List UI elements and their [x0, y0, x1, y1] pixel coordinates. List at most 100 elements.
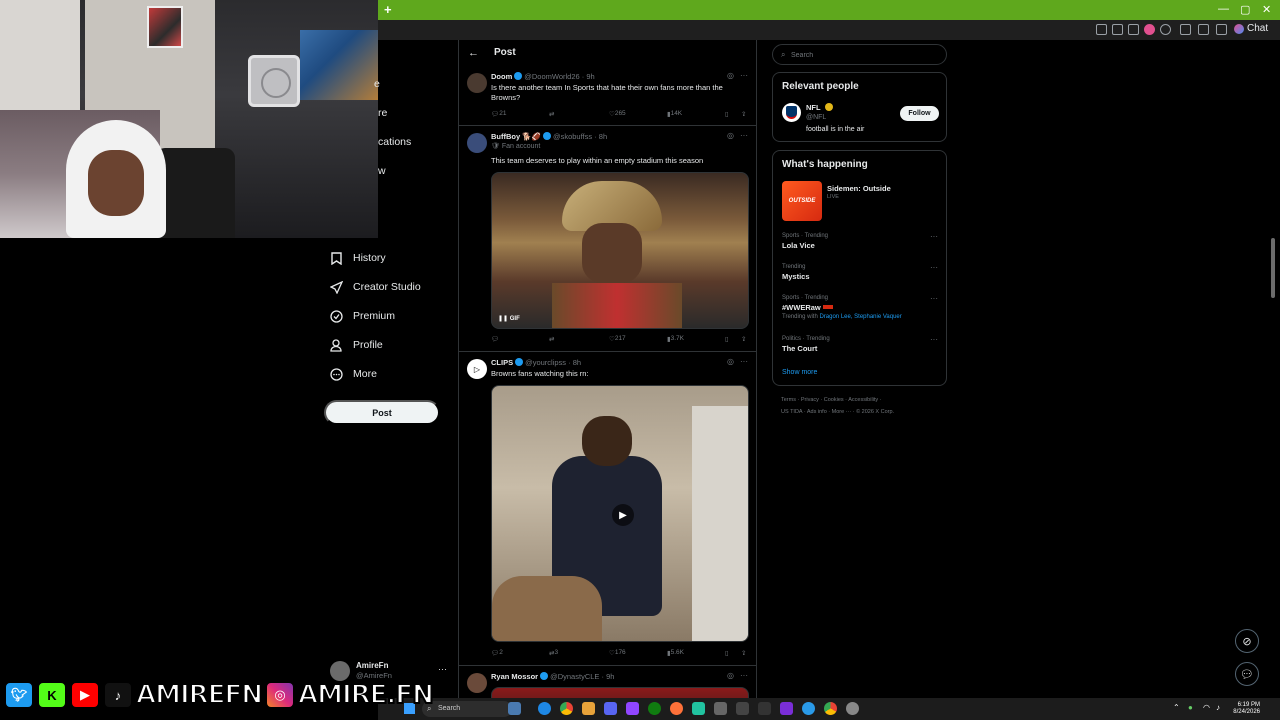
tweet-menu[interactable]: ◎ ··· [727, 357, 748, 366]
bookmark-button[interactable]: ▯ [725, 335, 729, 343]
tweet-author[interactable]: Doom @DoomWorld26 · 9h [491, 72, 595, 81]
reply-button[interactable]: 💬︎ [491, 335, 499, 343]
reply-button[interactable]: 💬︎ 21 [491, 110, 507, 118]
tweet-author[interactable]: Ryan Mossor @DynastyCLE · 9h [491, 672, 614, 681]
app-icon[interactable] [758, 702, 771, 715]
bookmark-button[interactable]: ▯ [725, 110, 729, 118]
discord-icon[interactable] [604, 702, 617, 715]
trend-with-links[interactable]: Dragon Lee, Stephanie Vaquer [819, 314, 901, 320]
extension-icon[interactable] [1096, 24, 1107, 35]
views-button[interactable]: ▮ 3.7K [667, 335, 684, 343]
tweet-author[interactable]: CLIPS @yourclipss · 8h [491, 358, 581, 367]
nav-item-profile[interactable]: Profile [329, 338, 383, 352]
reply-button[interactable]: 💬︎ 2 [491, 649, 503, 657]
tweet[interactable]: Doom @DoomWorld26 · 9h ◎ ··· Is there anot… [459, 67, 757, 126]
like-button[interactable]: ♡ 176 [609, 649, 626, 657]
search-input[interactable] [791, 49, 941, 61]
trend-more-icon[interactable]: ··· [930, 294, 938, 303]
chat-button[interactable]: Chat [1234, 23, 1268, 34]
share-button[interactable]: ⇪ [741, 335, 746, 343]
like-button[interactable]: ♡ 265 [609, 110, 626, 118]
tweet-menu[interactable]: ◎ ··· [727, 71, 748, 80]
file-explorer-icon[interactable] [582, 702, 595, 715]
live-title[interactable]: Sidemen: Outside [827, 184, 891, 193]
footer-links-1[interactable]: Terms · Privacy · Cookies · Accessibilit… [781, 397, 941, 403]
grok-fab-button[interactable]: ⊘ [1235, 629, 1259, 653]
minimize-button[interactable]: — [1218, 3, 1229, 15]
trend-more-icon[interactable]: ··· [930, 263, 938, 272]
tweet-menu[interactable]: ◎ ··· [727, 131, 748, 140]
bookmark-button[interactable]: ▯ [725, 649, 729, 657]
views-button[interactable]: ▮ 5.6K [667, 649, 684, 657]
tweet[interactable]: ▷ CLIPS @yourclipss · 8h ◎ ··· Browns fans… [459, 353, 757, 666]
maximize-button[interactable]: ▢ [1240, 3, 1250, 16]
search-box[interactable]: ⌕ [772, 44, 947, 65]
tweet-author[interactable]: BuffBoy 🐕🏈 @skobuffss · 8h [491, 132, 607, 141]
follow-button[interactable]: Follow [900, 106, 939, 121]
volume-icon[interactable]: ♪ [1216, 703, 1220, 712]
nav-item-partial-4[interactable]: w [378, 165, 386, 177]
messages-fab-button[interactable]: 💬︎ [1235, 662, 1259, 686]
footer-links-2[interactable]: US TIDA · Ads info · More ··· · © 2026 X… [781, 409, 941, 415]
tray-mic-icon[interactable]: ● [1188, 703, 1193, 712]
live-thumbnail[interactable]: OUTSIDE [782, 181, 822, 221]
post-button[interactable]: Post [324, 400, 440, 425]
more-icon[interactable]: ··· [740, 357, 748, 366]
trend-more-icon[interactable]: ··· [930, 232, 938, 241]
repost-button[interactable]: ⇄ [549, 110, 554, 118]
tweet-menu[interactable]: ◎ ··· [727, 671, 748, 680]
taskbar-clock[interactable]: 6:19 PM 8/24/2026 [1230, 702, 1260, 716]
scrollbar[interactable] [1271, 238, 1275, 298]
chrome-icon[interactable] [560, 702, 573, 715]
share-button[interactable]: ⇪ [741, 649, 746, 657]
grok-icon[interactable]: ◎ [727, 357, 734, 366]
video-media[interactable]: ▶ [491, 385, 749, 642]
nav-item-more[interactable]: More [329, 367, 377, 381]
more-icon[interactable]: ··· [740, 671, 748, 680]
nav-item-partial-3[interactable]: cations [378, 136, 411, 148]
like-button[interactable]: ♡ 217 [609, 335, 626, 343]
nav-item-history[interactable]: History [329, 251, 386, 265]
trend-item[interactable]: Politics · Trending The Court ··· [782, 335, 942, 353]
edge-icon[interactable] [538, 702, 551, 715]
reading-list-icon[interactable] [1112, 24, 1123, 35]
extension-pink-icon[interactable] [1144, 24, 1155, 35]
nav-item-premium[interactable]: Premium [329, 309, 395, 323]
favorite-star-icon[interactable] [1180, 24, 1191, 35]
grok-icon[interactable]: ◎ [727, 131, 734, 140]
xbox-icon[interactable] [648, 702, 661, 715]
tray-chevron-icon[interactable]: ⌃ [1173, 703, 1180, 712]
tweet[interactable]: BuffBoy 🐕🏈 @skobuffss · 8h ◎ ··· 🛡 Fan acc… [459, 127, 757, 352]
app-icon[interactable] [714, 702, 727, 715]
settings-icon[interactable] [846, 702, 859, 715]
share-button[interactable]: ⇪ [741, 110, 746, 118]
settings-icon[interactable] [1216, 24, 1227, 35]
taskbar-search[interactable]: ⌕ Search [422, 701, 512, 717]
trend-item[interactable]: Sports · Trending Lola Vice ··· [782, 232, 942, 250]
more-icon[interactable]: ··· [740, 71, 748, 80]
account-more-icon[interactable]: ··· [438, 664, 447, 674]
app-icon[interactable] [692, 702, 705, 715]
screenshot-icon[interactable] [1128, 24, 1139, 35]
grok-icon[interactable]: ◎ [727, 71, 734, 80]
trend-item[interactable]: Sports · Trending #WWERaw Trending with … [782, 294, 942, 320]
trend-more-icon[interactable]: ··· [930, 335, 938, 344]
refresh-icon[interactable] [1160, 24, 1171, 35]
profile-icon[interactable] [1198, 24, 1209, 35]
more-icon[interactable]: ··· [740, 131, 748, 140]
app-icon[interactable] [780, 702, 793, 715]
chrome-icon[interactable] [824, 702, 837, 715]
views-button[interactable]: ▮ 14K [667, 110, 682, 118]
nav-item-partial-2[interactable]: re [378, 107, 387, 119]
firefox-icon[interactable] [670, 702, 683, 715]
twitch-icon[interactable] [626, 702, 639, 715]
grok-icon[interactable]: ◎ [727, 671, 734, 680]
new-tab-button[interactable]: + [384, 2, 392, 17]
person-name[interactable]: NFL [806, 103, 835, 112]
wifi-icon[interactable]: ◠ [1203, 703, 1210, 712]
back-arrow-icon[interactable]: ← [468, 47, 479, 59]
close-window-button[interactable]: ✕ [1262, 3, 1271, 16]
play-icon[interactable]: ▶ [612, 504, 634, 526]
trend-item[interactable]: Trending Mystics ··· [782, 263, 942, 281]
repost-button[interactable]: ⇄ [549, 335, 554, 343]
